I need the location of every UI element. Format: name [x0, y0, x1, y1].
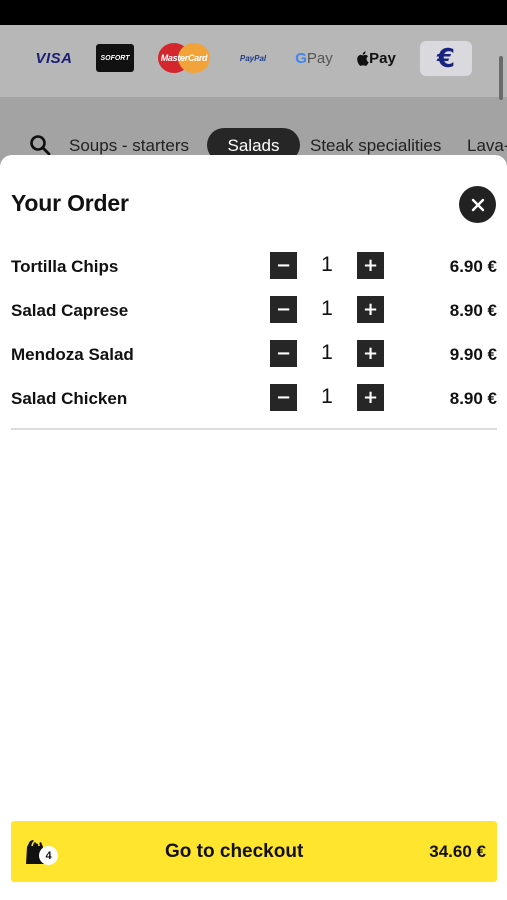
google-pay-logo: G Pay: [295, 49, 333, 67]
scrollbar[interactable]: [499, 56, 503, 100]
apple-icon: [357, 50, 369, 66]
order-item-row: Mendoza Salad − 1 + 9.90 €: [0, 340, 507, 370]
item-quantity: 1: [321, 253, 333, 276]
order-item-row: Tortilla Chips − 1 + 6.90 €: [0, 252, 507, 282]
item-quantity: 1: [321, 385, 333, 408]
close-icon: [471, 198, 484, 211]
visa-logo: VISA: [35, 49, 73, 67]
order-item-row: Salad Chicken − 1 + 8.90 €: [0, 384, 507, 414]
decrease-quantity-button[interactable]: −: [270, 340, 297, 367]
item-name: Mendoza Salad: [11, 345, 134, 364]
item-quantity: 1: [321, 297, 333, 320]
item-price: 9.90 €: [449, 345, 497, 364]
mastercard-logo: MasterCard: [158, 43, 210, 73]
item-price: 8.90 €: [449, 389, 497, 408]
status-bar: [0, 0, 507, 25]
order-item-row: Salad Caprese − 1 + 8.90 €: [0, 296, 507, 326]
item-name: Salad Chicken: [11, 389, 128, 408]
tab-lava[interactable]: Lava-: [467, 136, 507, 156]
item-name: Salad Caprese: [11, 301, 129, 320]
apple-pay-logo: Pay: [354, 43, 398, 73]
checkout-total: 34.60 €: [429, 842, 486, 861]
tab-steak-specialities[interactable]: Steak specialities: [310, 136, 441, 156]
paypal-logo: PayPal: [239, 53, 267, 63]
decrease-quantity-button[interactable]: −: [270, 296, 297, 323]
tab-soups-starters[interactable]: Soups - starters: [69, 136, 189, 156]
decrease-quantity-button[interactable]: −: [270, 252, 297, 279]
sofort-logo: SOFORT: [96, 44, 134, 72]
increase-quantity-button[interactable]: +: [357, 340, 384, 367]
checkout-label: Go to checkout: [165, 841, 304, 862]
divider: [11, 428, 497, 430]
increase-quantity-button[interactable]: +: [357, 296, 384, 323]
item-name: Tortilla Chips: [11, 257, 119, 276]
close-button[interactable]: [459, 186, 496, 223]
order-title: Your Order: [11, 190, 129, 216]
item-price: 6.90 €: [449, 257, 497, 276]
search-icon[interactable]: [29, 134, 51, 156]
decrease-quantity-button[interactable]: −: [270, 384, 297, 411]
item-price: 8.90 €: [449, 301, 497, 320]
bag-count-badge: 4: [39, 846, 58, 865]
increase-quantity-button[interactable]: +: [357, 252, 384, 279]
increase-quantity-button[interactable]: +: [357, 384, 384, 411]
currency-euro-button[interactable]: €: [420, 41, 472, 76]
item-quantity: 1: [321, 341, 333, 364]
